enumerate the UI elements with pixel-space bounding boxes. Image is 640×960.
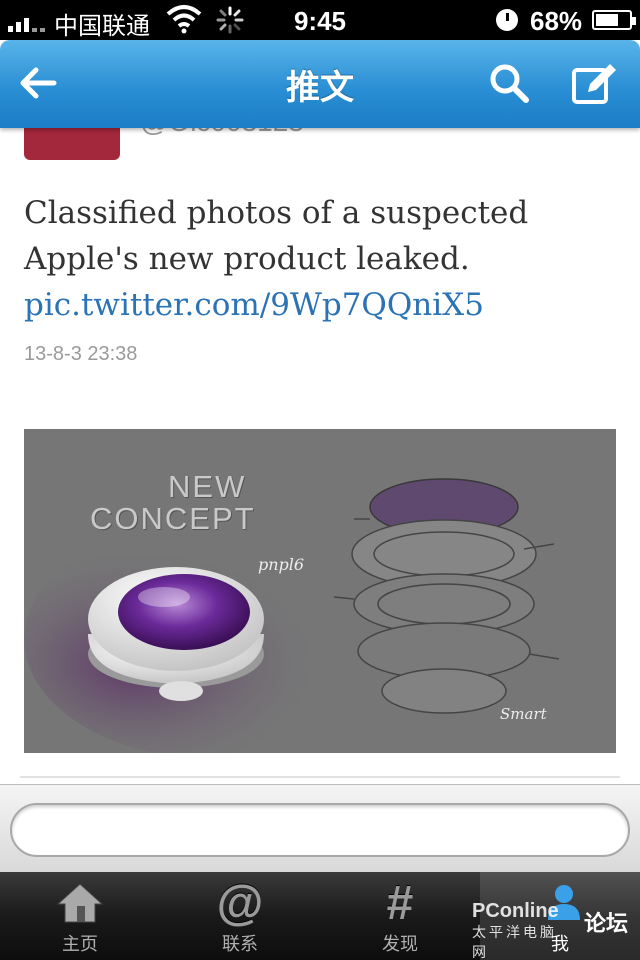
sketch-signature-1: pnpl6 <box>258 555 305 574</box>
at-icon: @ <box>216 877 264 930</box>
search-icon[interactable] <box>484 58 534 108</box>
page-title: 推文 <box>286 68 354 108</box>
watermark-brand-text: PConline <box>472 900 559 922</box>
watermark-sub-text: 太平洋电脑网 <box>472 925 557 960</box>
concept-heading: NEW CONCEPT <box>90 471 256 535</box>
home-icon <box>56 883 104 923</box>
hash-icon: # <box>386 877 414 930</box>
concept-line-1: NEW <box>168 469 247 504</box>
tab-contacts[interactable]: @ 联系 <box>160 872 320 960</box>
compose-icon[interactable] <box>568 58 618 108</box>
tab-home-label: 主页 <box>62 934 98 955</box>
navigation-bar: 推文 <box>0 40 640 128</box>
tab-discover[interactable]: # 发现 <box>320 872 480 960</box>
reply-input[interactable] <box>10 803 630 857</box>
tab-contacts-label: 联系 <box>222 934 258 955</box>
status-bar: 中国联通 9:45 68% <box>0 0 640 40</box>
tweet-text: Classified photos of a suspected Apple's… <box>24 195 529 277</box>
watermark-forum: 论坛 <box>584 912 629 937</box>
user-handle[interactable]: @Olc003123 <box>140 128 304 138</box>
reply-bar <box>0 784 640 872</box>
battery-percentage: 68% <box>530 6 583 36</box>
tab-discover-label: 发现 <box>382 934 418 955</box>
tweet-link[interactable]: pic.twitter.com/9Wp7QQniX5 <box>24 282 624 328</box>
alarm-clock-icon <box>496 9 518 31</box>
divider <box>20 776 620 778</box>
concept-line-2: CONCEPT <box>90 501 256 536</box>
tweet-photo[interactable]: NEW CONCEPT pnpl6 Smart <box>24 429 616 753</box>
watermark-brand: PConline 太平洋电脑网 <box>472 900 559 960</box>
tweet-timestamp: 13-8-3 23:38 <box>24 343 138 365</box>
avatar[interactable] <box>24 128 120 160</box>
battery-icon <box>592 10 636 30</box>
tab-home[interactable]: 主页 <box>0 872 160 960</box>
sketch-signature-2: Smart <box>500 705 547 723</box>
tweet-text-block: Classified photos of a suspected Apple's… <box>24 190 624 328</box>
tweet-detail: @Olc003123 Classified photos of a suspec… <box>0 128 640 784</box>
